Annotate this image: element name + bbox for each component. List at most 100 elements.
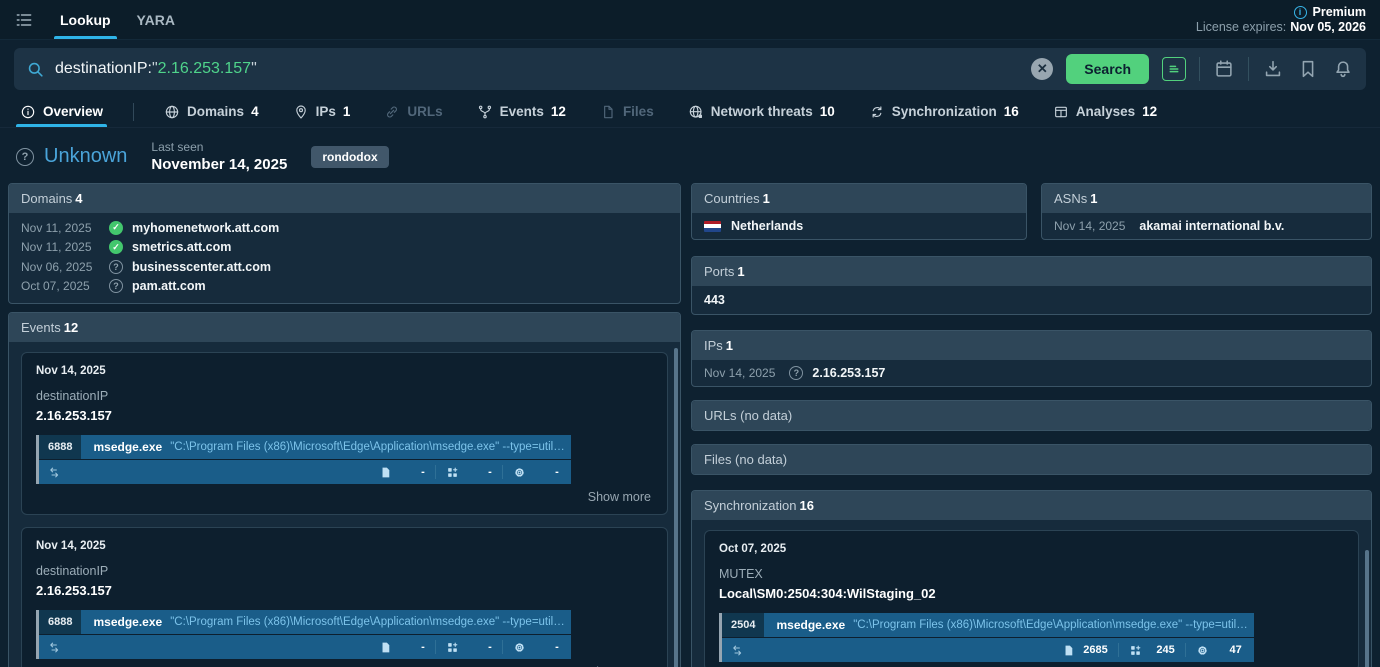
registry-count: 47 — [1186, 638, 1252, 662]
tab-synchronization[interactable]: Synchronization 16 — [865, 96, 1023, 127]
query-builder-icon[interactable] — [1162, 57, 1186, 81]
bell-icon[interactable] — [1332, 58, 1354, 80]
domain-row[interactable]: Nov 11, 2025 ✓ myhomenetwork.att.com — [21, 218, 668, 238]
modules-count: - — [436, 460, 502, 484]
question-icon: ? — [109, 259, 123, 274]
process-bar[interactable]: 6888 msedge.exe "C:\Program Files (x86)\… — [36, 435, 571, 484]
tab-urls: URLs — [380, 96, 446, 127]
ip-row[interactable]: Nov 14, 2025 ? 2.16.253.157 — [692, 360, 1371, 386]
country-row[interactable]: Netherlands — [692, 213, 1026, 239]
process-pid: 6888 — [39, 435, 82, 459]
port-row[interactable]: 443 — [692, 286, 1371, 314]
verdict-label: Unknown — [44, 145, 128, 167]
premium-label: Premium — [1312, 5, 1367, 19]
modules-count-icon — [1129, 644, 1142, 657]
tab-network-threats[interactable]: Network threats 10 — [684, 96, 839, 127]
sync-icon — [869, 104, 885, 120]
last-seen: Last seen November 14, 2025 — [151, 140, 288, 173]
divider — [1248, 57, 1249, 81]
files-count: - — [369, 460, 435, 484]
process-pid: 2504 — [722, 613, 765, 637]
bookmark-icon[interactable] — [1297, 58, 1319, 80]
process-cmdline: "C:\Program Files (x86)\Microsoft\Edge\A… — [170, 441, 565, 453]
tab-ips[interactable]: IPs 1 — [289, 96, 355, 127]
event-card: Nov 14, 2025 destinationIP 2.16.253.157 … — [21, 527, 668, 667]
network-flow-icon — [47, 640, 62, 655]
panel-events: Events 12 Nov 14, 2025 destinationIP 2.16… — [8, 312, 681, 667]
scrollbar-thumb[interactable] — [1365, 550, 1369, 667]
summary-row: ? Unknown Last seen November 14, 2025 ro… — [0, 128, 1380, 183]
clear-icon[interactable]: ✕ — [1031, 58, 1054, 80]
query-value: 2.16.253.157 — [157, 60, 252, 77]
show-more-link[interactable]: Show more — [36, 659, 653, 667]
tab-lookup-label: Lookup — [60, 11, 111, 28]
threat-tag[interactable]: rondodox — [311, 145, 389, 168]
question-icon: ? — [109, 279, 123, 294]
question-icon: ? — [789, 366, 804, 380]
domain-row[interactable]: Nov 11, 2025 ✓ smetrics.att.com — [21, 238, 668, 258]
globe-icon — [164, 104, 180, 120]
panel-files: Files (no data) — [691, 444, 1372, 475]
menu-list-icon[interactable] — [14, 0, 40, 39]
tab-yara[interactable]: YARA — [131, 0, 181, 39]
network-flow-icon — [730, 643, 745, 658]
sync-card: Oct 07, 2025 MUTEX Local\SM0:2504:304:Wi… — [704, 530, 1359, 667]
license-expiry: License expires: Nov 05, 2026 — [1195, 20, 1366, 34]
info-icon — [20, 104, 36, 120]
panel-events-header: Events 12 — [9, 313, 680, 342]
question-icon: ? — [16, 147, 34, 166]
tab-yara-label: YARA — [136, 11, 175, 28]
query-field: destinationIP: — [55, 60, 152, 77]
check-icon: ✓ — [109, 240, 123, 255]
files-count: - — [369, 635, 435, 659]
panel-ports: Ports 1 443 — [691, 256, 1372, 315]
process-cmdline: "C:\Program Files (x86)\Microsoft\Edge\A… — [853, 619, 1248, 631]
panel-ips: IPs 1 Nov 14, 2025 ? 2.16.253.157 — [691, 330, 1372, 387]
network-globe-icon — [688, 104, 704, 120]
tab-overview[interactable]: Overview — [16, 96, 108, 127]
registry-count: - — [503, 635, 569, 659]
registry-gear-icon — [1196, 644, 1209, 657]
panel-urls: URLs (no data) — [691, 400, 1372, 431]
process-name: msedge.exe — [776, 618, 846, 632]
calendar-icon[interactable] — [1213, 58, 1235, 80]
search-button[interactable]: Search — [1066, 54, 1149, 84]
verdict: ? Unknown — [16, 145, 127, 168]
link-icon — [384, 104, 400, 120]
process-bar[interactable]: 2504 msedge.exe "C:\Program Files (x86)\… — [719, 613, 1254, 662]
files-count-icon — [379, 641, 392, 654]
search-input[interactable]: destinationIP: " 2.16.253.157 " — [55, 60, 1031, 78]
top-bar: Lookup YARA i Premium License expires: No… — [0, 0, 1380, 40]
netherlands-flag — [704, 220, 721, 232]
scrollbar-thumb[interactable] — [674, 348, 678, 667]
pin-icon — [293, 104, 309, 120]
tab-analyses[interactable]: Analyses 12 — [1049, 96, 1161, 127]
modules-count: 245 — [1119, 638, 1185, 662]
registry-gear-icon — [513, 466, 526, 479]
domain-row[interactable]: Oct 07, 2025 ? pam.att.com — [21, 277, 668, 297]
show-more-link[interactable]: Show more — [36, 484, 653, 506]
process-name: msedge.exe — [93, 615, 163, 629]
modules-count: - — [436, 635, 502, 659]
tab-files: Files — [596, 96, 658, 127]
tab-domains[interactable]: Domains 4 — [160, 96, 263, 127]
process-bar[interactable]: 6888 msedge.exe "C:\Program Files (x86)\… — [36, 610, 571, 659]
search-bar: destinationIP: " 2.16.253.157 " ✕ Search — [14, 48, 1366, 90]
divider — [1199, 57, 1200, 81]
window-icon — [1053, 104, 1069, 120]
divider — [133, 102, 135, 121]
tab-events[interactable]: Events 12 — [473, 96, 570, 127]
domain-row[interactable]: Nov 06, 2025 ? businesscenter.att.com — [21, 257, 668, 277]
tab-lookup[interactable]: Lookup — [54, 0, 117, 39]
info-icon: i — [1293, 5, 1307, 19]
result-tabs: Overview Domains 4 IPs 1 URLs Events 12 Fil… — [0, 96, 1380, 128]
panel-domains-header: Domains 4 — [9, 184, 680, 213]
premium-badge: i Premium — [1196, 5, 1366, 19]
panel-domains: Domains 4 Nov 11, 2025 ✓ myhomenetwork.at… — [8, 183, 681, 304]
asn-row[interactable]: Nov 14, 2025 akamai international b.v. — [1042, 213, 1371, 239]
registry-gear-icon — [513, 641, 526, 654]
download-icon[interactable] — [1262, 58, 1284, 80]
registry-count: - — [503, 460, 569, 484]
check-icon: ✓ — [109, 220, 123, 235]
modules-count-icon — [446, 466, 459, 479]
